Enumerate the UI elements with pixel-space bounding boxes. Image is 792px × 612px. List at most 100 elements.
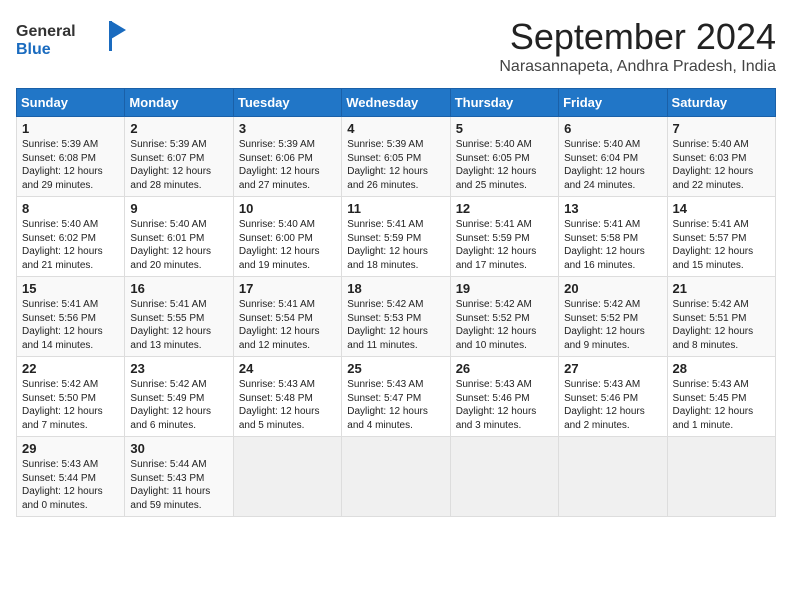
day-number: 18: [347, 281, 444, 296]
calendar-cell: 20 Sunrise: 5:42 AM Sunset: 5:52 PM Dayli…: [559, 277, 667, 357]
cell-info: Sunrise: 5:43 AM Sunset: 5:48 PM Dayligh…: [239, 378, 336, 432]
calendar-week-3: 15 Sunrise: 5:41 AM Sunset: 5:56 PM Dayli…: [17, 277, 776, 357]
weekday-header-friday: Friday: [559, 89, 667, 117]
weekday-header-wednesday: Wednesday: [342, 89, 450, 117]
cell-info: Sunrise: 5:39 AM Sunset: 6:07 PM Dayligh…: [130, 138, 227, 192]
cell-info: Sunrise: 5:41 AM Sunset: 5:59 PM Dayligh…: [456, 218, 553, 272]
weekday-header-sunday: Sunday: [17, 89, 125, 117]
calendar-cell: [667, 437, 775, 517]
logo: General Blue: [16, 16, 126, 65]
cell-info: Sunrise: 5:44 AM Sunset: 5:43 PM Dayligh…: [130, 458, 227, 512]
day-number: 11: [347, 201, 444, 216]
cell-info: Sunrise: 5:40 AM Sunset: 6:05 PM Dayligh…: [456, 138, 553, 192]
calendar-cell: 15 Sunrise: 5:41 AM Sunset: 5:56 PM Dayli…: [17, 277, 125, 357]
cell-info: Sunrise: 5:40 AM Sunset: 6:01 PM Dayligh…: [130, 218, 227, 272]
day-number: 17: [239, 281, 336, 296]
day-number: 19: [456, 281, 553, 296]
day-number: 5: [456, 121, 553, 136]
day-number: 3: [239, 121, 336, 136]
day-number: 9: [130, 201, 227, 216]
cell-info: Sunrise: 5:39 AM Sunset: 6:06 PM Dayligh…: [239, 138, 336, 192]
calendar-cell: 27 Sunrise: 5:43 AM Sunset: 5:46 PM Dayli…: [559, 357, 667, 437]
cell-info: Sunrise: 5:41 AM Sunset: 5:57 PM Dayligh…: [673, 218, 770, 272]
day-number: 23: [130, 361, 227, 376]
calendar-cell: 28 Sunrise: 5:43 AM Sunset: 5:45 PM Dayli…: [667, 357, 775, 437]
calendar-cell: 4 Sunrise: 5:39 AM Sunset: 6:05 PM Daylig…: [342, 117, 450, 197]
calendar-cell: 25 Sunrise: 5:43 AM Sunset: 5:47 PM Dayli…: [342, 357, 450, 437]
calendar-cell: 18 Sunrise: 5:42 AM Sunset: 5:53 PM Dayli…: [342, 277, 450, 357]
logo-text: General Blue: [16, 16, 126, 65]
weekday-header-saturday: Saturday: [667, 89, 775, 117]
day-number: 2: [130, 121, 227, 136]
calendar-cell: [450, 437, 558, 517]
calendar-cell: 19 Sunrise: 5:42 AM Sunset: 5:52 PM Dayli…: [450, 277, 558, 357]
day-number: 10: [239, 201, 336, 216]
cell-info: Sunrise: 5:43 AM Sunset: 5:46 PM Dayligh…: [564, 378, 661, 432]
cell-info: Sunrise: 5:42 AM Sunset: 5:50 PM Dayligh…: [22, 378, 119, 432]
day-number: 4: [347, 121, 444, 136]
calendar-cell: 16 Sunrise: 5:41 AM Sunset: 5:55 PM Dayli…: [125, 277, 233, 357]
day-number: 28: [673, 361, 770, 376]
calendar-cell: [559, 437, 667, 517]
cell-info: Sunrise: 5:39 AM Sunset: 6:08 PM Dayligh…: [22, 138, 119, 192]
day-number: 29: [22, 441, 119, 456]
day-number: 14: [673, 201, 770, 216]
calendar-cell: 22 Sunrise: 5:42 AM Sunset: 5:50 PM Dayli…: [17, 357, 125, 437]
cell-info: Sunrise: 5:40 AM Sunset: 6:03 PM Dayligh…: [673, 138, 770, 192]
svg-text:General: General: [16, 23, 76, 40]
day-number: 12: [456, 201, 553, 216]
calendar-week-4: 22 Sunrise: 5:42 AM Sunset: 5:50 PM Dayli…: [17, 357, 776, 437]
cell-info: Sunrise: 5:43 AM Sunset: 5:45 PM Dayligh…: [673, 378, 770, 432]
day-number: 13: [564, 201, 661, 216]
cell-info: Sunrise: 5:39 AM Sunset: 6:05 PM Dayligh…: [347, 138, 444, 192]
calendar-cell: 14 Sunrise: 5:41 AM Sunset: 5:57 PM Dayli…: [667, 197, 775, 277]
weekday-header-monday: Monday: [125, 89, 233, 117]
cell-info: Sunrise: 5:43 AM Sunset: 5:44 PM Dayligh…: [22, 458, 119, 512]
cell-info: Sunrise: 5:42 AM Sunset: 5:52 PM Dayligh…: [564, 298, 661, 352]
calendar-cell: 5 Sunrise: 5:40 AM Sunset: 6:05 PM Daylig…: [450, 117, 558, 197]
calendar-week-2: 8 Sunrise: 5:40 AM Sunset: 6:02 PM Daylig…: [17, 197, 776, 277]
cell-info: Sunrise: 5:42 AM Sunset: 5:52 PM Dayligh…: [456, 298, 553, 352]
day-number: 25: [347, 361, 444, 376]
calendar-cell: 23Sunrise: 5:42 AM Sunset: 5:49 PM Dayli…: [125, 357, 233, 437]
day-number: 24: [239, 361, 336, 376]
cell-info: Sunrise: 5:42 AM Sunset: 5:53 PM Dayligh…: [347, 298, 444, 352]
day-number: 8: [22, 201, 119, 216]
calendar-cell: 17 Sunrise: 5:41 AM Sunset: 5:54 PM Dayli…: [233, 277, 341, 357]
cell-info: Sunrise: 5:41 AM Sunset: 5:54 PM Dayligh…: [239, 298, 336, 352]
day-number: 22: [22, 361, 119, 376]
calendar-cell: 10 Sunrise: 5:40 AM Sunset: 6:00 PM Dayli…: [233, 197, 341, 277]
cell-info: Sunrise: 5:40 AM Sunset: 6:00 PM Dayligh…: [239, 218, 336, 272]
page-header: General Blue September 2024 Narasannapet…: [16, 16, 776, 76]
calendar-week-5: 29 Sunrise: 5:43 AM Sunset: 5:44 PM Dayli…: [17, 437, 776, 517]
cell-info: Sunrise: 5:40 AM Sunset: 6:02 PM Dayligh…: [22, 218, 119, 272]
month-title: September 2024: [499, 16, 776, 58]
calendar-cell: [233, 437, 341, 517]
day-number: 20: [564, 281, 661, 296]
weekday-header-thursday: Thursday: [450, 89, 558, 117]
calendar-cell: 9 Sunrise: 5:40 AM Sunset: 6:01 PM Daylig…: [125, 197, 233, 277]
calendar-cell: 13Sunrise: 5:41 AM Sunset: 5:58 PM Dayli…: [559, 197, 667, 277]
weekday-header-row: SundayMondayTuesdayWednesdayThursdayFrid…: [17, 89, 776, 117]
calendar-cell: 12 Sunrise: 5:41 AM Sunset: 5:59 PM Dayli…: [450, 197, 558, 277]
day-number: 6: [564, 121, 661, 136]
calendar-cell: 21 Sunrise: 5:42 AM Sunset: 5:51 PM Dayli…: [667, 277, 775, 357]
cell-info: Sunrise: 5:42 AM Sunset: 5:51 PM Dayligh…: [673, 298, 770, 352]
calendar-week-1: 1 Sunrise: 5:39 AM Sunset: 6:08 PM Daylig…: [17, 117, 776, 197]
day-number: 15: [22, 281, 119, 296]
calendar-cell: 30 Sunrise: 5:44 AM Sunset: 5:43 PM Dayli…: [125, 437, 233, 517]
calendar-cell: 7Sunrise: 5:40 AM Sunset: 6:03 PM Daylig…: [667, 117, 775, 197]
day-number: 30: [130, 441, 227, 456]
svg-text:Blue: Blue: [16, 41, 51, 58]
cell-info: Sunrise: 5:41 AM Sunset: 5:55 PM Dayligh…: [130, 298, 227, 352]
calendar-cell: 1 Sunrise: 5:39 AM Sunset: 6:08 PM Daylig…: [17, 117, 125, 197]
calendar-cell: 26Sunrise: 5:43 AM Sunset: 5:46 PM Dayli…: [450, 357, 558, 437]
day-number: 1: [22, 121, 119, 136]
cell-info: Sunrise: 5:43 AM Sunset: 5:47 PM Dayligh…: [347, 378, 444, 432]
title-block: September 2024 Narasannapeta, Andhra Pra…: [499, 16, 776, 76]
cell-info: Sunrise: 5:41 AM Sunset: 5:56 PM Dayligh…: [22, 298, 119, 352]
calendar-cell: 6Sunrise: 5:40 AM Sunset: 6:04 PM Daylig…: [559, 117, 667, 197]
day-number: 27: [564, 361, 661, 376]
day-number: 16: [130, 281, 227, 296]
day-number: 21: [673, 281, 770, 296]
